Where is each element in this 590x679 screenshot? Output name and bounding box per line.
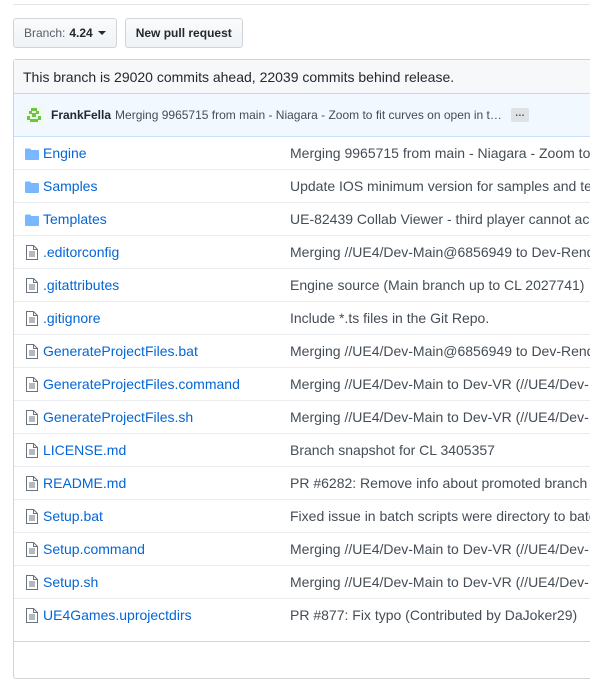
file-row[interactable]: README.md PR #6282: Remove info about pro…: [14, 467, 590, 500]
file-row[interactable]: GenerateProjectFiles.sh Merging //UE4/Dev…: [14, 401, 590, 434]
file-name-link[interactable]: GenerateProjectFiles.bat: [43, 335, 198, 368]
commit-message-link[interactable]: PR #877: Fix typo (Contributed by DaJoke…: [290, 599, 577, 632]
avatar[interactable]: [25, 106, 43, 124]
file-icon: [25, 443, 39, 458]
file-name-link[interactable]: .editorconfig: [43, 236, 119, 269]
commit-message-link[interactable]: Engine source (Main branch up to CL 2027…: [290, 269, 584, 302]
file-row[interactable]: UE4Games.uprojectdirs PR #877: Fix typo (…: [14, 599, 590, 632]
file-row[interactable]: Templates UE-82439 Collab Viewer - third …: [14, 203, 590, 236]
file-name-link[interactable]: Setup.sh: [43, 566, 98, 599]
file-row[interactable]: .gitignore Include *.ts files in the Git …: [14, 302, 590, 335]
file-name-link[interactable]: GenerateProjectFiles.sh: [43, 401, 193, 434]
file-icon: [25, 542, 39, 557]
commit-message-link[interactable]: Fixed issue in batch scripts were direct…: [290, 500, 590, 533]
file-row[interactable]: Samples Update IOS minimum version for sa…: [14, 170, 590, 203]
top-divider: [13, 0, 590, 5]
file-name-link[interactable]: LICENSE.md: [43, 434, 126, 467]
file-icon: [25, 575, 39, 590]
folder-icon: [25, 146, 39, 161]
file-row[interactable]: LICENSE.md Branch snapshot for CL 3405357: [14, 434, 590, 467]
file-icon: [25, 344, 39, 359]
folder-icon: [25, 212, 39, 227]
file-name-link[interactable]: Setup.command: [43, 533, 145, 566]
new-pull-request-button[interactable]: New pull request: [124, 18, 243, 48]
file-icon: [25, 410, 39, 425]
commit-message-link[interactable]: Update IOS minimum version for samples a…: [290, 170, 590, 203]
caret-down-icon: [97, 31, 106, 35]
file-icon: [25, 509, 39, 524]
branch-status: This branch is 29020 commits ahead, 2203…: [14, 60, 590, 94]
file-icon: [25, 278, 39, 293]
commit-message-link[interactable]: Merging //UE4/Dev-Main@6856949 to Dev-Re…: [290, 335, 590, 368]
file-icon: [25, 476, 39, 491]
branch-label: Branch:: [24, 26, 66, 40]
commit-message-link[interactable]: Merging //UE4/Dev-Main to Dev-VR (//UE4/…: [290, 368, 589, 401]
commit-message-link[interactable]: Include *.ts files in the Git Repo.: [290, 302, 489, 335]
commit-message-link[interactable]: UE-82439 Collab Viewer - third player ca…: [290, 203, 590, 236]
file-row[interactable]: Setup.command Merging //UE4/Dev-Main to D…: [14, 533, 590, 566]
file-list: Engine Merging 9965715 from main - Niagar…: [14, 137, 590, 632]
commit-message-link[interactable]: Merging 9965715 from main - Niagara - Zo…: [290, 137, 590, 170]
commit-message-link[interactable]: PR #6282: Remove info about promoted bra…: [290, 467, 590, 500]
file-name-link[interactable]: Setup.bat: [43, 500, 103, 533]
file-name-link[interactable]: GenerateProjectFiles.command: [43, 368, 240, 401]
file-browser: This branch is 29020 commits ahead, 2203…: [13, 59, 590, 679]
file-row[interactable]: Setup.bat Fixed issue in batch scripts we…: [14, 500, 590, 533]
file-name-link[interactable]: UE4Games.uprojectdirs: [43, 599, 192, 632]
file-row[interactable]: Setup.sh Merging //UE4/Dev-Main to Dev-VR…: [14, 566, 590, 599]
bottom-divider: [13, 641, 590, 647]
commit-message-link[interactable]: Branch snapshot for CL 3405357: [290, 434, 495, 467]
file-name-link[interactable]: Templates: [43, 203, 107, 236]
commit-message[interactable]: Merging 9965715 from main - Niagara - Zo…: [115, 108, 502, 122]
file-icon: [25, 311, 39, 326]
commit-author[interactable]: FrankFella: [51, 108, 111, 122]
file-icon: [25, 608, 39, 623]
commit-message-link[interactable]: Merging //UE4/Dev-Main to Dev-VR (//UE4/…: [290, 533, 589, 566]
latest-commit-bar: FrankFella Merging 9965715 from main - N…: [14, 94, 590, 137]
file-icon: [25, 377, 39, 392]
expand-commit-button[interactable]: …: [510, 108, 529, 122]
file-name-link[interactable]: .gitattributes: [43, 269, 119, 302]
file-icon: [25, 245, 39, 260]
file-row[interactable]: .gitattributes Engine source (Main branch…: [14, 269, 590, 302]
commit-message-link[interactable]: Merging //UE4/Dev-Main@6856949 to Dev-Re…: [290, 236, 590, 269]
file-row[interactable]: Engine Merging 9965715 from main - Niagar…: [14, 137, 590, 170]
branch-select-button[interactable]: Branch: 4.24: [13, 18, 117, 48]
folder-icon: [25, 179, 39, 194]
branch-value: 4.24: [69, 26, 93, 40]
file-row[interactable]: GenerateProjectFiles.command Merging //UE…: [14, 368, 590, 401]
file-name-link[interactable]: Engine: [43, 137, 87, 170]
toolbar: Branch: 4.24 New pull request: [13, 18, 243, 48]
file-row[interactable]: .editorconfig Merging //UE4/Dev-Main@6856…: [14, 236, 590, 269]
commit-message-link[interactable]: Merging //UE4/Dev-Main to Dev-VR (//UE4/…: [290, 401, 589, 434]
commit-message-link[interactable]: Merging //UE4/Dev-Main to Dev-VR (//UE4/…: [290, 566, 589, 599]
file-name-link[interactable]: .gitignore: [43, 302, 101, 335]
file-row[interactable]: GenerateProjectFiles.bat Merging //UE4/De…: [14, 335, 590, 368]
file-name-link[interactable]: Samples: [43, 170, 97, 203]
file-name-link[interactable]: README.md: [43, 467, 126, 500]
